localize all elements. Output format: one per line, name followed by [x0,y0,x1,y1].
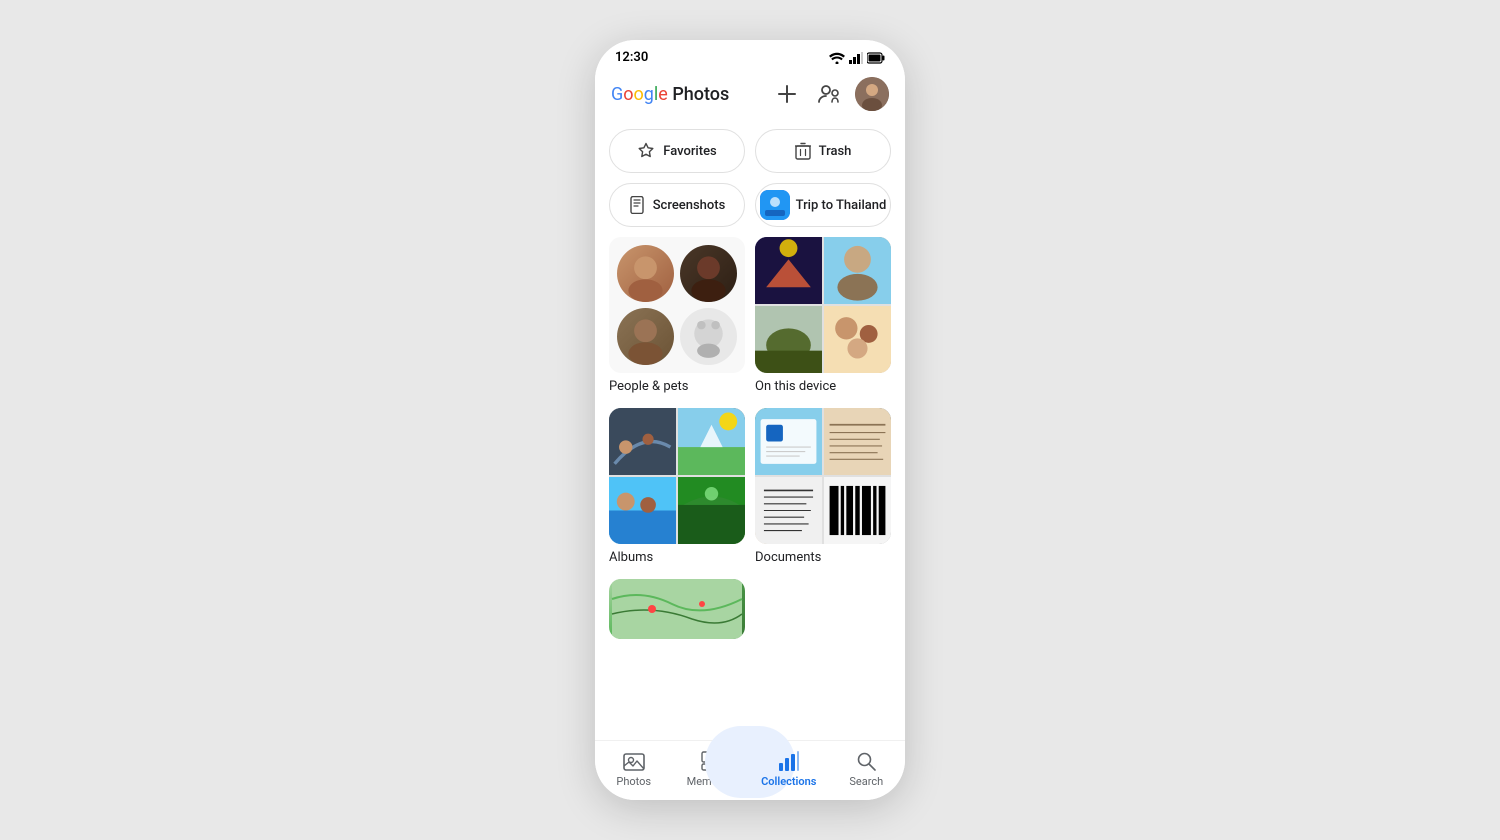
device-card[interactable]: On this device [755,237,891,394]
nav-collections[interactable]: Collections [750,749,828,788]
device-photo-2 [824,237,891,304]
status-bar: 12:30 [595,40,905,71]
albums-label: Albums [609,550,745,565]
favorites-label: Favorites [663,144,716,159]
bottom-nav: Photos Memories [595,740,905,800]
device-label: On this device [755,379,891,394]
people-grid [609,237,745,373]
album-photo-1 [609,408,676,475]
doc-photo-1 [755,408,822,475]
album-photo-2 [678,408,745,475]
wifi-icon [829,52,845,64]
share-people-button[interactable] [813,78,845,110]
partial-spacer [755,579,891,639]
quick-access-row-1: Favorites Trash [609,129,891,173]
documents-label: Documents [755,550,891,565]
doc-photo-2 [824,408,891,475]
search-nav-label: Search [849,775,883,788]
app-header: Google Photos [595,71,905,121]
status-icons [829,52,885,64]
device-photo-3 [755,306,822,373]
screenshot-icon [629,196,645,214]
map-card[interactable] [609,579,745,639]
photos-nav-label: Photos [616,775,651,788]
avatar[interactable] [855,77,889,111]
collections-nav-icon [777,749,801,773]
doc-photo-4 [824,477,891,544]
nav-photos[interactable]: Photos [595,749,673,788]
people-pets-card[interactable]: People & pets [609,237,745,394]
trip-thumbnail [760,190,790,220]
search-nav-icon [854,749,878,773]
albums-grid [609,408,745,544]
device-photo-4 [824,306,891,373]
trash-label: Trash [819,144,852,159]
photos-nav-icon [622,749,646,773]
screenshots-button[interactable]: Screenshots [609,183,745,227]
signal-icon [849,52,863,64]
trash-button[interactable]: Trash [755,129,891,173]
people-label: People & pets [609,379,745,394]
trip-thailand-button[interactable]: Trip to Thailand [755,183,891,227]
trip-label: Trip to Thailand [796,198,887,213]
people-device-section: People & pets [609,237,891,394]
person-3 [617,308,674,365]
person-1 [617,245,674,302]
albums-documents-section: Albums [609,408,891,565]
documents-grid [755,408,891,544]
quick-access-row-2: Screenshots Trip to Thailand [609,183,891,227]
album-photo-4 [678,477,745,544]
pet-circle [680,308,737,365]
add-button[interactable] [771,78,803,110]
album-photo-3 [609,477,676,544]
phone-frame: 12:30 G [595,40,905,800]
screenshots-label: Screenshots [653,198,726,213]
header-actions [771,77,889,111]
status-time: 12:30 [615,50,648,65]
google-photos-logo: Google Photos [611,84,729,105]
albums-card[interactable]: Albums [609,408,745,565]
person-2 [680,245,737,302]
trash-icon [795,142,811,160]
battery-icon [867,52,885,64]
doc-photo-3 [755,477,822,544]
nav-search[interactable]: Search [828,749,906,788]
collections-nav-label: Collections [761,775,816,788]
device-photo-1 [755,237,822,304]
favorites-button[interactable]: Favorites [609,129,745,173]
content: Favorites Trash [595,121,905,740]
partial-section [609,579,891,639]
device-grid [755,237,891,373]
star-icon [637,142,655,160]
documents-card[interactable]: Documents [755,408,891,565]
